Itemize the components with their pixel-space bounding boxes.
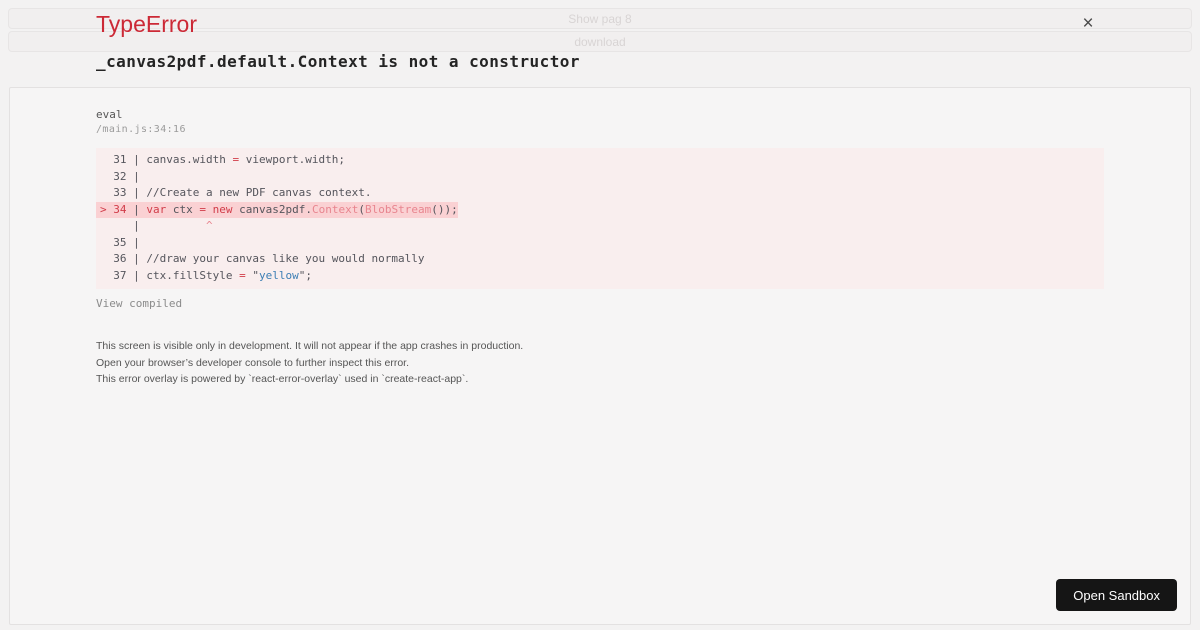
code-line: 37 | ctx.fillStyle = "yellow";: [100, 268, 312, 282]
code-line: 31 | canvas.width = viewport.width;: [100, 153, 346, 166]
code-line: 33 | //Create a new PDF canvas context.: [100, 186, 372, 199]
code-frame: 31 | canvas.width = viewport.width; 32 |…: [96, 148, 1104, 289]
open-sandbox-button-label: Open Sandbox: [1073, 587, 1160, 603]
code-line: > 34 | var ctx = new canvas2pdf.Context(…: [100, 201, 1100, 218]
stack-frame-location: /main.js:34:16: [96, 124, 186, 135]
footer-line-dev-only: This screen is visible only in developme…: [96, 340, 524, 352]
code-line: | ^: [100, 219, 213, 232]
overlay-footer: This screen is visible only in developme…: [96, 338, 523, 388]
view-compiled-link[interactable]: View compiled: [96, 297, 182, 310]
error-type-title: TypeError: [96, 11, 197, 37]
open-sandbox-button[interactable]: Open Sandbox: [1056, 579, 1177, 611]
error-message: _canvas2pdf.default.Context is not a con…: [96, 52, 580, 71]
footer-line-console-hint: Open your browser’s developer console to…: [96, 356, 410, 369]
stack-frame-function: eval: [96, 108, 123, 121]
close-icon[interactable]: ×: [1078, 14, 1098, 34]
code-line: 32 |: [100, 169, 147, 183]
footer-line-powered-by: This error overlay is powered by `react-…: [96, 373, 469, 385]
code-line: 35 |: [100, 235, 147, 249]
code-line: 36 | //draw your canvas like you would n…: [100, 252, 425, 265]
error-overlay: × TypeError _canvas2pdf.default.Context …: [0, 0, 1200, 630]
